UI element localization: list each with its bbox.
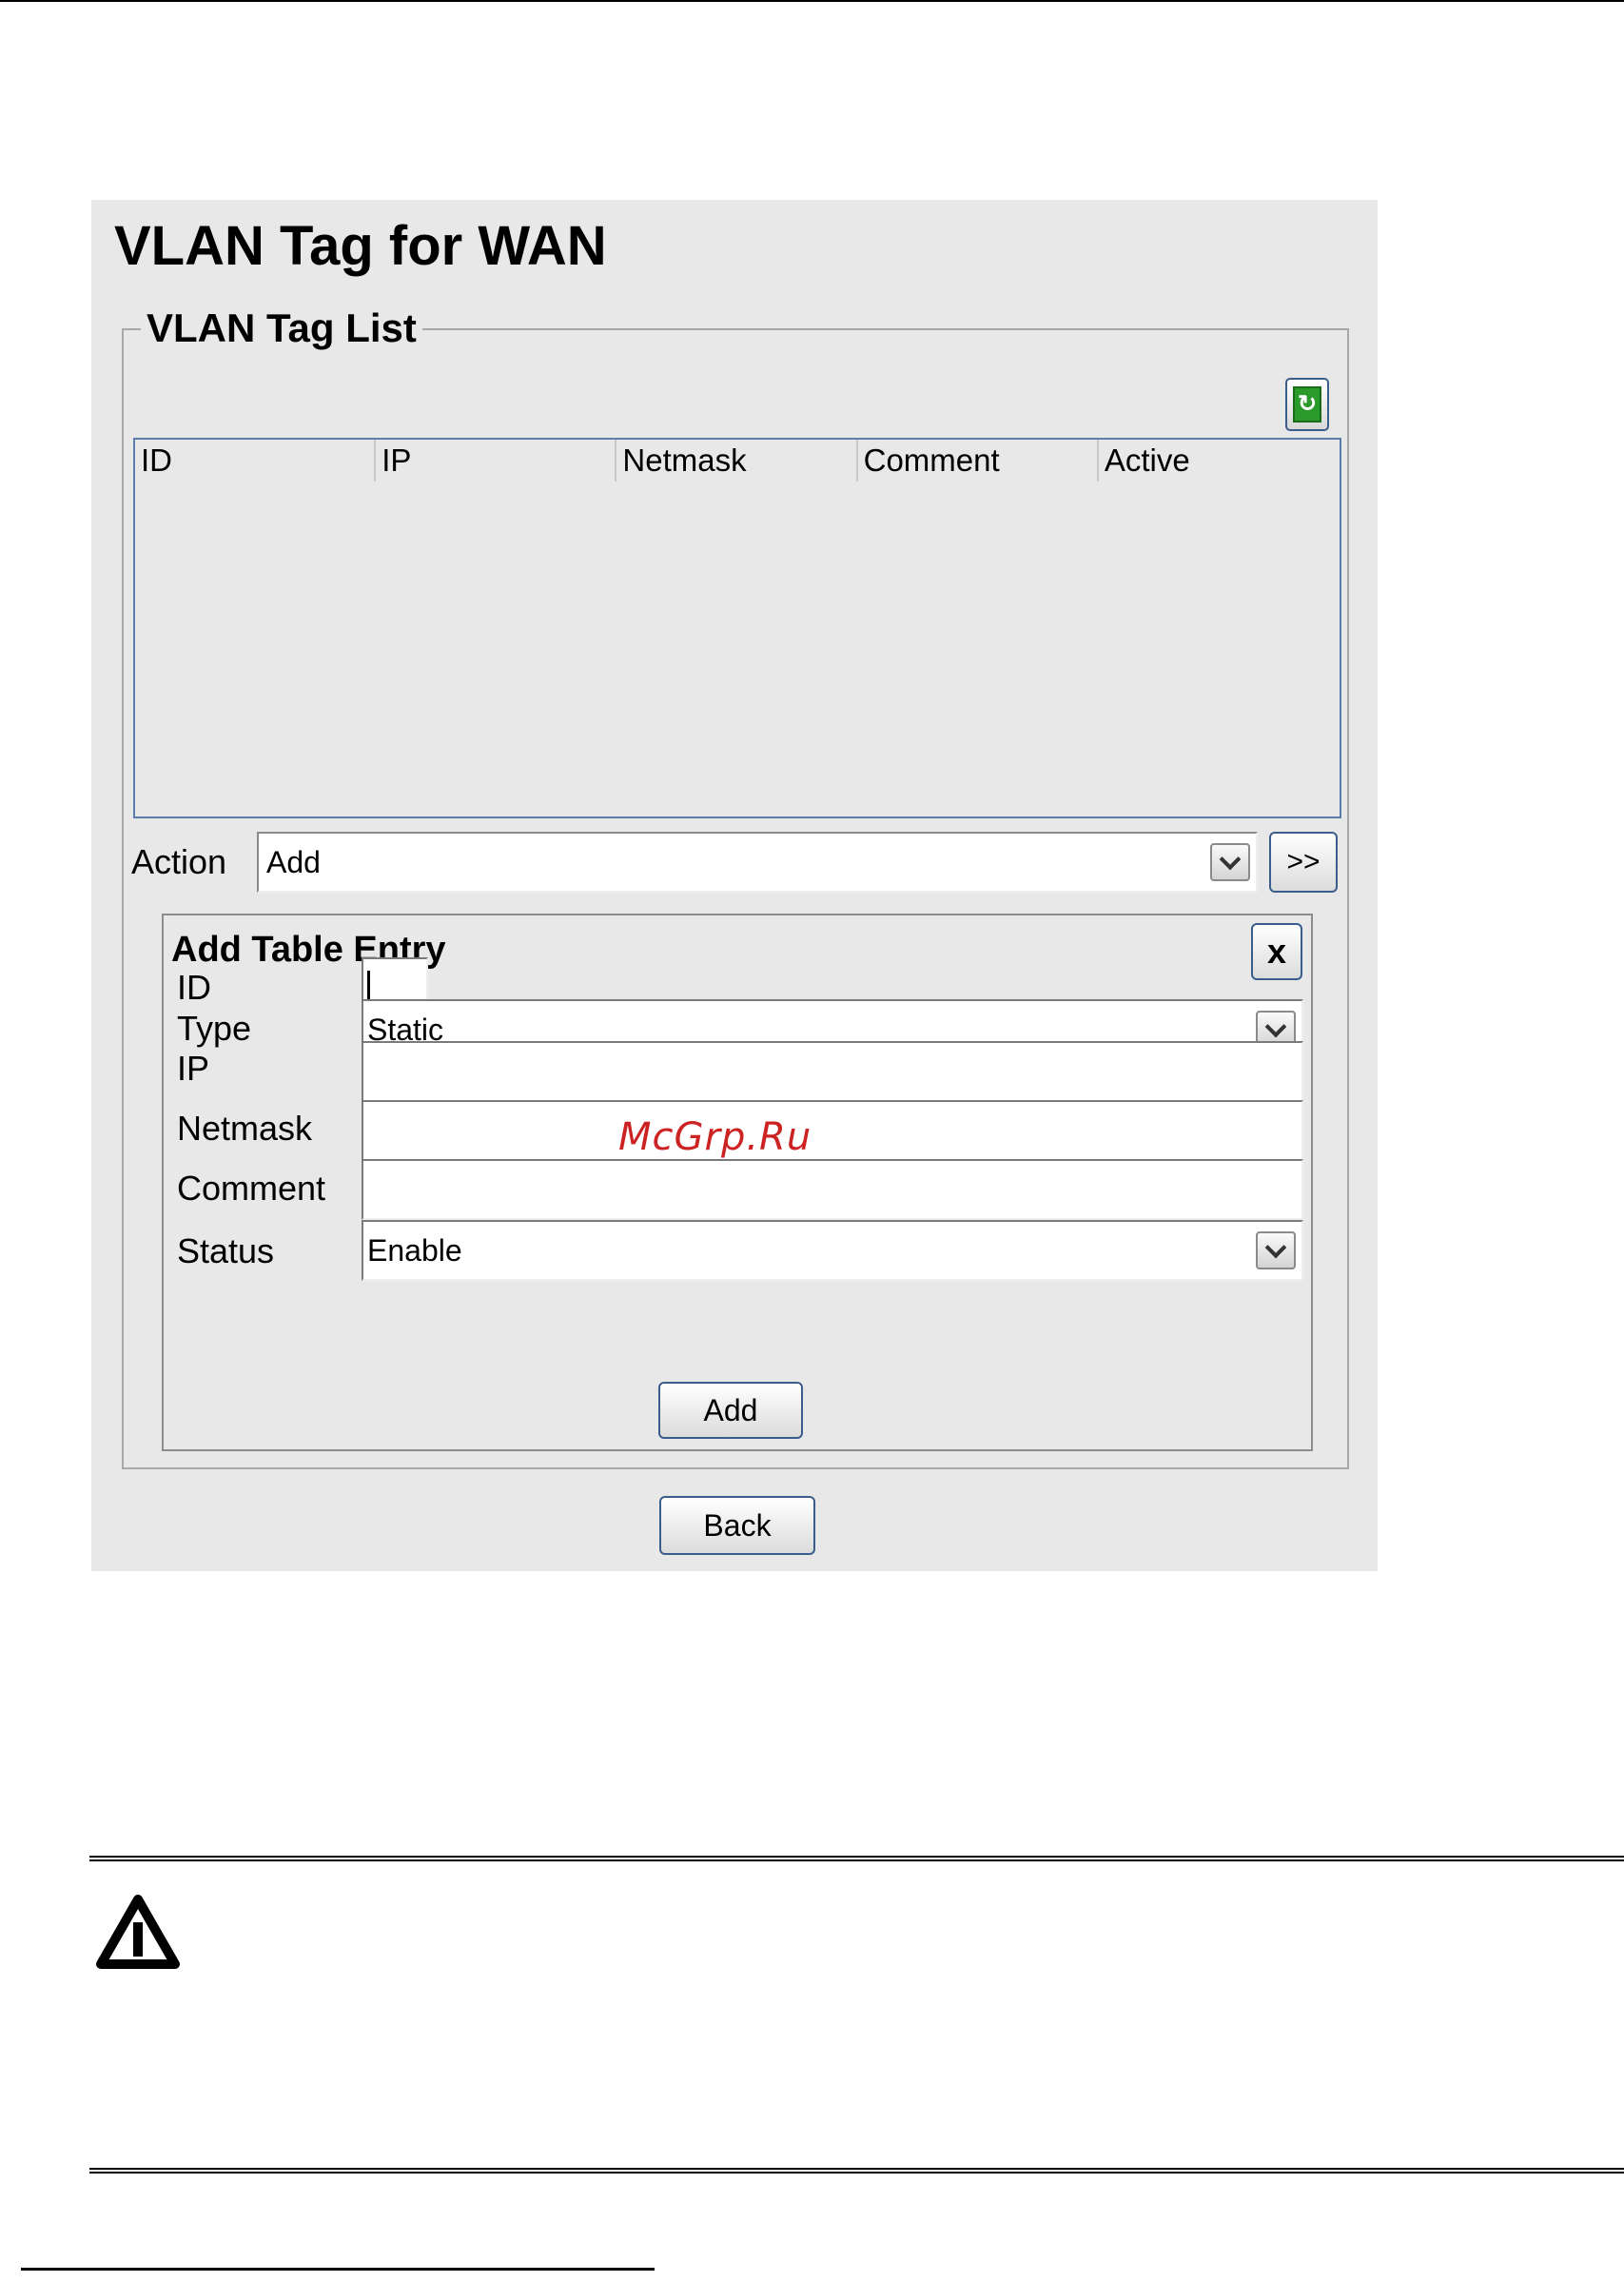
comment-input[interactable] bbox=[362, 1159, 1303, 1220]
refresh-icon: ↻ bbox=[1293, 386, 1321, 423]
status-selected-value: Enable bbox=[367, 1233, 462, 1268]
top-rule bbox=[0, 0, 1624, 2]
column-header-netmask[interactable]: Netmask bbox=[616, 440, 858, 482]
status-label: Status bbox=[177, 1231, 275, 1270]
warning-top-rule bbox=[89, 1856, 1624, 1861]
action-label: Action bbox=[131, 842, 227, 881]
vlan-tag-list-legend: VLAN Tag List bbox=[141, 305, 422, 352]
action-dropdown-button[interactable] bbox=[1210, 843, 1250, 881]
ip-input[interactable] bbox=[362, 1041, 1303, 1102]
status-select[interactable]: Enable bbox=[362, 1220, 1303, 1281]
close-entry-button[interactable]: x bbox=[1251, 923, 1302, 980]
chevron-down-icon bbox=[1264, 1015, 1287, 1038]
footnote-rule bbox=[21, 2268, 655, 2271]
column-header-active[interactable]: Active bbox=[1099, 440, 1340, 482]
status-dropdown-button[interactable] bbox=[1256, 1231, 1296, 1269]
netmask-label: Netmask bbox=[177, 1109, 313, 1148]
chevron-down-icon bbox=[1219, 848, 1242, 871]
vlan-settings-panel: VLAN Tag for WAN VLAN Tag List ↻ ID IP N… bbox=[91, 200, 1378, 1571]
column-header-id[interactable]: ID bbox=[135, 440, 377, 482]
back-button[interactable]: Back bbox=[659, 1496, 815, 1555]
netmask-input[interactable] bbox=[362, 1100, 1303, 1161]
action-selected-value: Add bbox=[266, 845, 321, 879]
action-select[interactable]: Add bbox=[257, 832, 1258, 893]
column-header-comment[interactable]: Comment bbox=[858, 440, 1099, 482]
page-title: VLAN Tag for WAN bbox=[114, 215, 607, 277]
column-header-ip[interactable]: IP bbox=[376, 440, 617, 482]
comment-label: Comment bbox=[177, 1169, 326, 1208]
action-go-button[interactable]: >> bbox=[1269, 832, 1338, 893]
chevron-down-icon bbox=[1264, 1236, 1287, 1259]
add-table-entry-panel: Add Table Entry x ID Type Static IP Netm… bbox=[162, 914, 1313, 1451]
warning-icon bbox=[96, 1895, 180, 1969]
add-entry-button[interactable]: Add bbox=[658, 1382, 803, 1439]
warning-bottom-rule bbox=[89, 2168, 1624, 2174]
watermark-text: McGrp.Ru bbox=[618, 1115, 812, 1159]
vlan-tag-table[interactable]: ID IP Netmask Comment Active bbox=[133, 438, 1341, 818]
ip-label: IP bbox=[177, 1049, 210, 1088]
table-header: ID IP Netmask Comment Active bbox=[135, 440, 1340, 482]
refresh-button[interactable]: ↻ bbox=[1285, 378, 1329, 431]
